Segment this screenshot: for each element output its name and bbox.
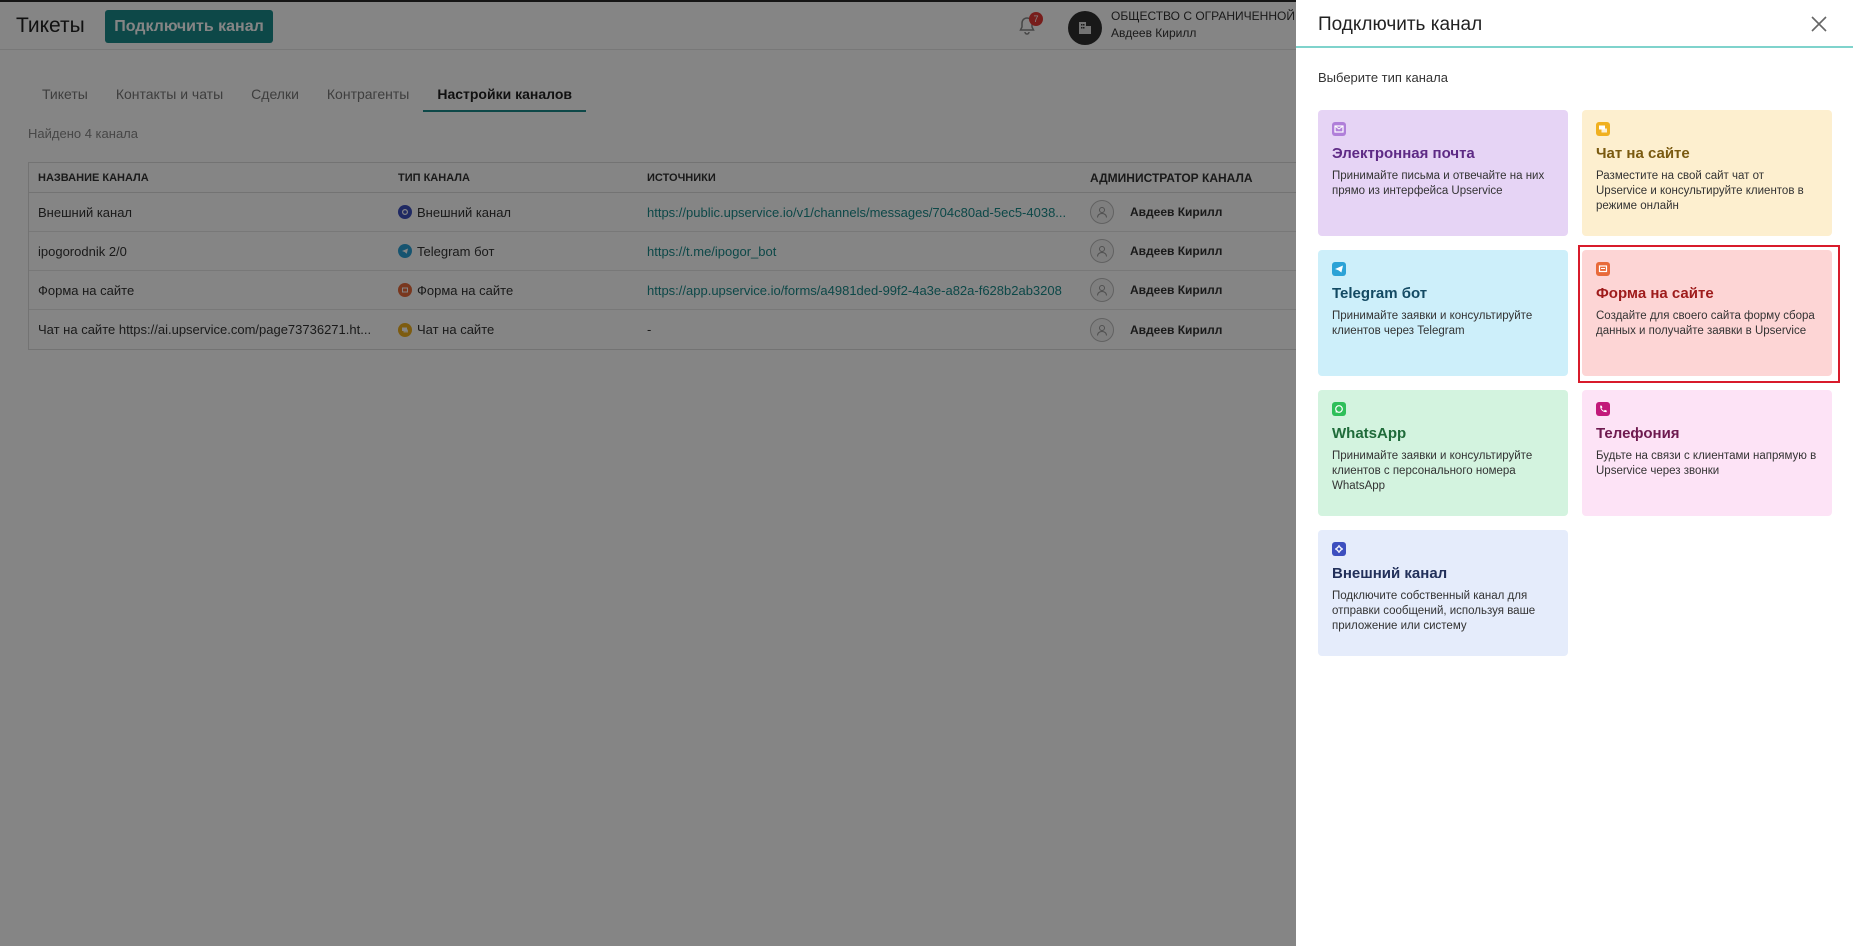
channel-card-email[interactable]: Электронная почта Принимайте письма и от… — [1318, 110, 1568, 236]
phone-icon — [1596, 402, 1610, 416]
web-form-icon — [1596, 262, 1610, 276]
panel-subtitle: Выберите тип канала — [1318, 70, 1448, 85]
channel-card-description: Будьте на связи с клиентами напрямую в U… — [1596, 450, 1817, 477]
panel-header: Подключить канал — [1296, 0, 1853, 48]
channel-card-whatsapp[interactable]: WhatsApp Принимайте заявки и консультиру… — [1318, 390, 1568, 516]
channel-card-title: Телефония — [1596, 425, 1680, 442]
channel-card-description: Подключите собственный канал для отправк… — [1332, 590, 1536, 632]
telegram-icon — [1332, 262, 1346, 276]
channel-card-description: Разместите на свой сайт чат от Upservice… — [1596, 170, 1804, 212]
channel-card-title: Электронная почта — [1332, 145, 1475, 162]
channel-card-title: Форма на сайте — [1596, 285, 1714, 302]
channel-card-web-form[interactable]: Форма на сайте Создайте для своего сайта… — [1582, 250, 1832, 376]
channel-card-telegram[interactable]: Telegram бот Принимайте заявки и консуль… — [1318, 250, 1568, 376]
channel-card-title: Внешний канал — [1332, 565, 1448, 582]
channel-card-site-chat[interactable]: Чат на сайте Разместите на свой сайт чат… — [1582, 110, 1832, 236]
channel-card-title: Чат на сайте — [1596, 145, 1690, 162]
close-icon — [1811, 16, 1827, 32]
email-icon — [1332, 122, 1346, 136]
channel-card-description: Принимайте письма и отвечайте на них пря… — [1332, 170, 1545, 197]
site-chat-icon — [1596, 122, 1610, 136]
channel-card-description: Принимайте заявки и консультируйте клиен… — [1332, 450, 1533, 492]
channel-card-external[interactable]: Внешний канал Подключите собственный кан… — [1318, 530, 1568, 656]
channel-card-description: Создайте для своего сайта форму сбора да… — [1596, 310, 1815, 337]
external-channel-icon — [1332, 542, 1346, 556]
channel-card-telephony[interactable]: Телефония Будьте на связи с клиентами на… — [1582, 390, 1832, 516]
channel-card-title: Telegram бот — [1332, 285, 1428, 302]
panel-title: Подключить канал — [1318, 14, 1483, 35]
connect-channel-panel: Подключить канал Выберите тип канала Эле… — [1296, 0, 1853, 946]
channel-card-description: Принимайте заявки и консультируйте клиен… — [1332, 310, 1533, 337]
close-button[interactable] — [1807, 12, 1831, 36]
channel-card-title: WhatsApp — [1332, 425, 1407, 442]
whatsapp-icon — [1332, 402, 1346, 416]
